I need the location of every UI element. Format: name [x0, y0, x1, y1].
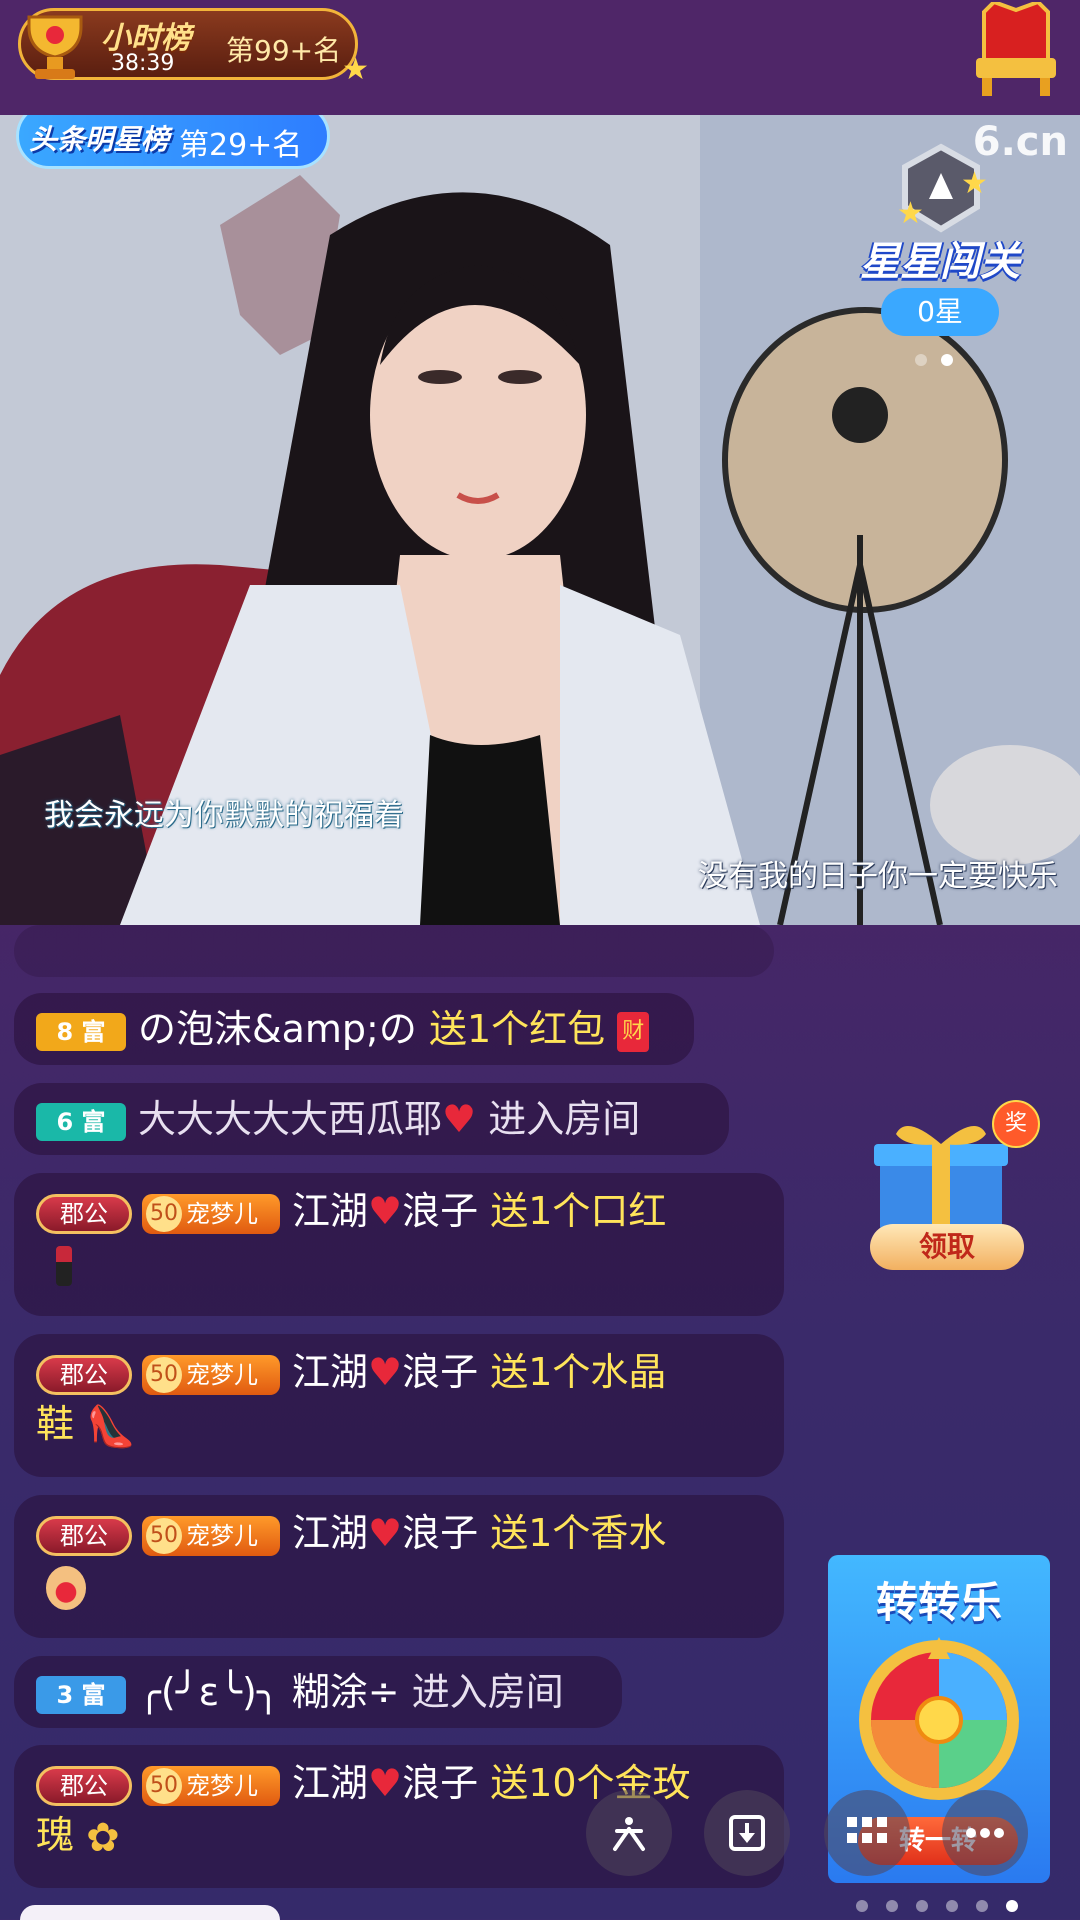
chat-username: の泡沫&amp;の: [138, 1007, 417, 1051]
sparkle-icon: [613, 1817, 645, 1851]
wealth-level-badge: 6 富: [36, 1102, 126, 1141]
hour-rank-position: 第99+名: [226, 34, 342, 67]
pet-badge: 50 宠梦儿: [142, 1354, 280, 1395]
noble-title-badge: 郡公: [36, 1515, 132, 1556]
lipstick-icon: [56, 1245, 72, 1286]
heart-icon: ♥: [442, 1097, 477, 1141]
chat-username: 江湖: [292, 1761, 369, 1805]
download-button[interactable]: [704, 1790, 790, 1876]
noble-title-badge: 郡公: [36, 1765, 132, 1806]
perfume-icon: [46, 1565, 86, 1610]
chat-action: 送1个水晶: [490, 1350, 667, 1394]
lyric-line-1: 我会永远为你默默的祝福着: [44, 798, 404, 833]
heart-icon: ♥: [368, 1350, 403, 1394]
star-pass-count: 0星: [881, 288, 999, 336]
chat-username: 江湖: [292, 1350, 369, 1394]
chat-message: 8 富の泡沫&amp;の 送1个红包 财: [14, 993, 694, 1065]
carousel-indicator: [915, 351, 967, 370]
page-dot: [976, 1900, 988, 1912]
throne-icon[interactable]: [970, 2, 1062, 98]
apps-button[interactable]: [824, 1790, 910, 1876]
headline-rank-position: 第29+名: [179, 128, 303, 163]
gold-rose-icon: ✿: [86, 1814, 120, 1861]
pet-badge: 50 宠梦儿: [142, 1515, 280, 1556]
red-packet-icon: 财: [617, 1011, 650, 1052]
chat-message: 郡公 50 宠梦儿 江湖♥浪子 送1个口红: [14, 1173, 784, 1316]
hour-rank-timer: 38:39: [111, 51, 175, 76]
page-dot: [916, 1900, 928, 1912]
chat-username-suffix: 浪子: [402, 1189, 479, 1233]
chat-action-continued: 鞋: [36, 1402, 75, 1446]
wealth-level-badge: 3 富: [36, 1675, 126, 1714]
prize-wheel-icon: [859, 1637, 1019, 1800]
page-dot: [886, 1900, 898, 1912]
share-button[interactable]: [586, 1790, 672, 1876]
chat-action: 送1个红包: [428, 1007, 606, 1051]
chat-username: 大大大大大西瓜耶: [138, 1097, 443, 1141]
chat-action: 送1个口红: [490, 1189, 667, 1233]
noble-title-badge: 郡公: [36, 1354, 132, 1395]
carousel-dot: [915, 354, 927, 366]
page-indicator: [856, 1897, 1018, 1916]
lucky-wheel-title: 转转乐: [875, 1578, 1002, 1627]
download-icon: [729, 1815, 765, 1851]
carousel-dot-active: [941, 354, 953, 366]
reward-gift-box[interactable]: 奖 领取: [860, 1100, 1040, 1275]
chat-message-faded: [14, 925, 774, 977]
heart-icon: ♥: [368, 1189, 403, 1233]
live-video[interactable]: 头条明星榜 第29+名 6.cn ★ ★ 星星闯关 0星 我会永远为你默默的祝福…: [0, 115, 1080, 925]
chat-input-bar[interactable]: [20, 1905, 280, 1920]
more-icon: [966, 1828, 1004, 1838]
pet-level: 50: [146, 1517, 182, 1554]
page-dot: [946, 1900, 958, 1912]
chat-username: 江湖: [292, 1189, 369, 1233]
heart-icon: ♥: [368, 1761, 403, 1805]
page-dot: [856, 1900, 868, 1912]
grid-icon: [847, 1817, 887, 1843]
chat-action: 进入房间: [488, 1097, 641, 1141]
claim-reward-button[interactable]: 领取: [870, 1224, 1024, 1270]
chat-action: 送10个金玫: [490, 1761, 691, 1805]
crystal-shoe-icon: 👠: [86, 1403, 136, 1450]
pet-badge: 50 宠梦儿: [142, 1765, 280, 1806]
chat-message: 郡公 50 宠梦儿 江湖♥浪子 送1个水晶 鞋 👠: [14, 1334, 784, 1477]
star-pass-widget[interactable]: ★ ★ 星星闯关 0星: [845, 143, 1035, 343]
headline-rank-label: 头条明星榜: [29, 123, 170, 156]
chat-username-suffix: 浪子: [402, 1511, 479, 1555]
chat-username: ╭(╯ε╰)╮ 糊涂÷: [138, 1670, 400, 1714]
svg-text:★: ★: [961, 166, 988, 201]
heart-icon: ♥: [368, 1511, 403, 1555]
pet-level: 50: [146, 1195, 182, 1232]
star-pass-title: 星星闯关: [860, 239, 1020, 285]
noble-title-badge: 郡公: [36, 1193, 132, 1234]
chat-message: 郡公 50 宠梦儿 江湖♥浪子 送1个香水: [14, 1495, 784, 1638]
hour-rank-badge[interactable]: 小时榜 38:39 第99+名 ★: [18, 8, 369, 87]
chat-username: 江湖: [292, 1511, 369, 1555]
chat-action: 送1个香水: [490, 1511, 667, 1555]
page-dot-active: [1006, 1900, 1018, 1912]
pet-badge: 50 宠梦儿: [142, 1193, 280, 1234]
chat-message: 3 富 ╭(╯ε╰)╮ 糊涂÷ 进入房间: [14, 1656, 622, 1728]
reward-tag: 奖: [992, 1100, 1040, 1148]
chat-username-suffix: 浪子: [402, 1350, 479, 1394]
more-button[interactable]: [942, 1790, 1028, 1876]
lyric-line-2: 没有我的日子你一定要快乐: [698, 859, 1058, 894]
svg-text:★: ★: [897, 196, 924, 231]
star-icon: ★: [342, 52, 369, 87]
wealth-level-badge: 8 富: [36, 1012, 126, 1051]
chat-message: 6 富大大大大大西瓜耶♥ 进入房间: [14, 1083, 729, 1155]
chat-action: 进入房间: [411, 1670, 564, 1714]
pet-level: 50: [146, 1767, 182, 1804]
pet-level: 50: [146, 1356, 182, 1393]
chat-username-suffix: 浪子: [402, 1761, 479, 1805]
trophy-icon: [27, 15, 83, 79]
star-level-badge-icon: ★ ★: [897, 143, 988, 233]
headline-star-rank-badge[interactable]: 头条明星榜 第29+名: [16, 115, 330, 169]
chat-action-continued: 瑰: [36, 1813, 75, 1857]
